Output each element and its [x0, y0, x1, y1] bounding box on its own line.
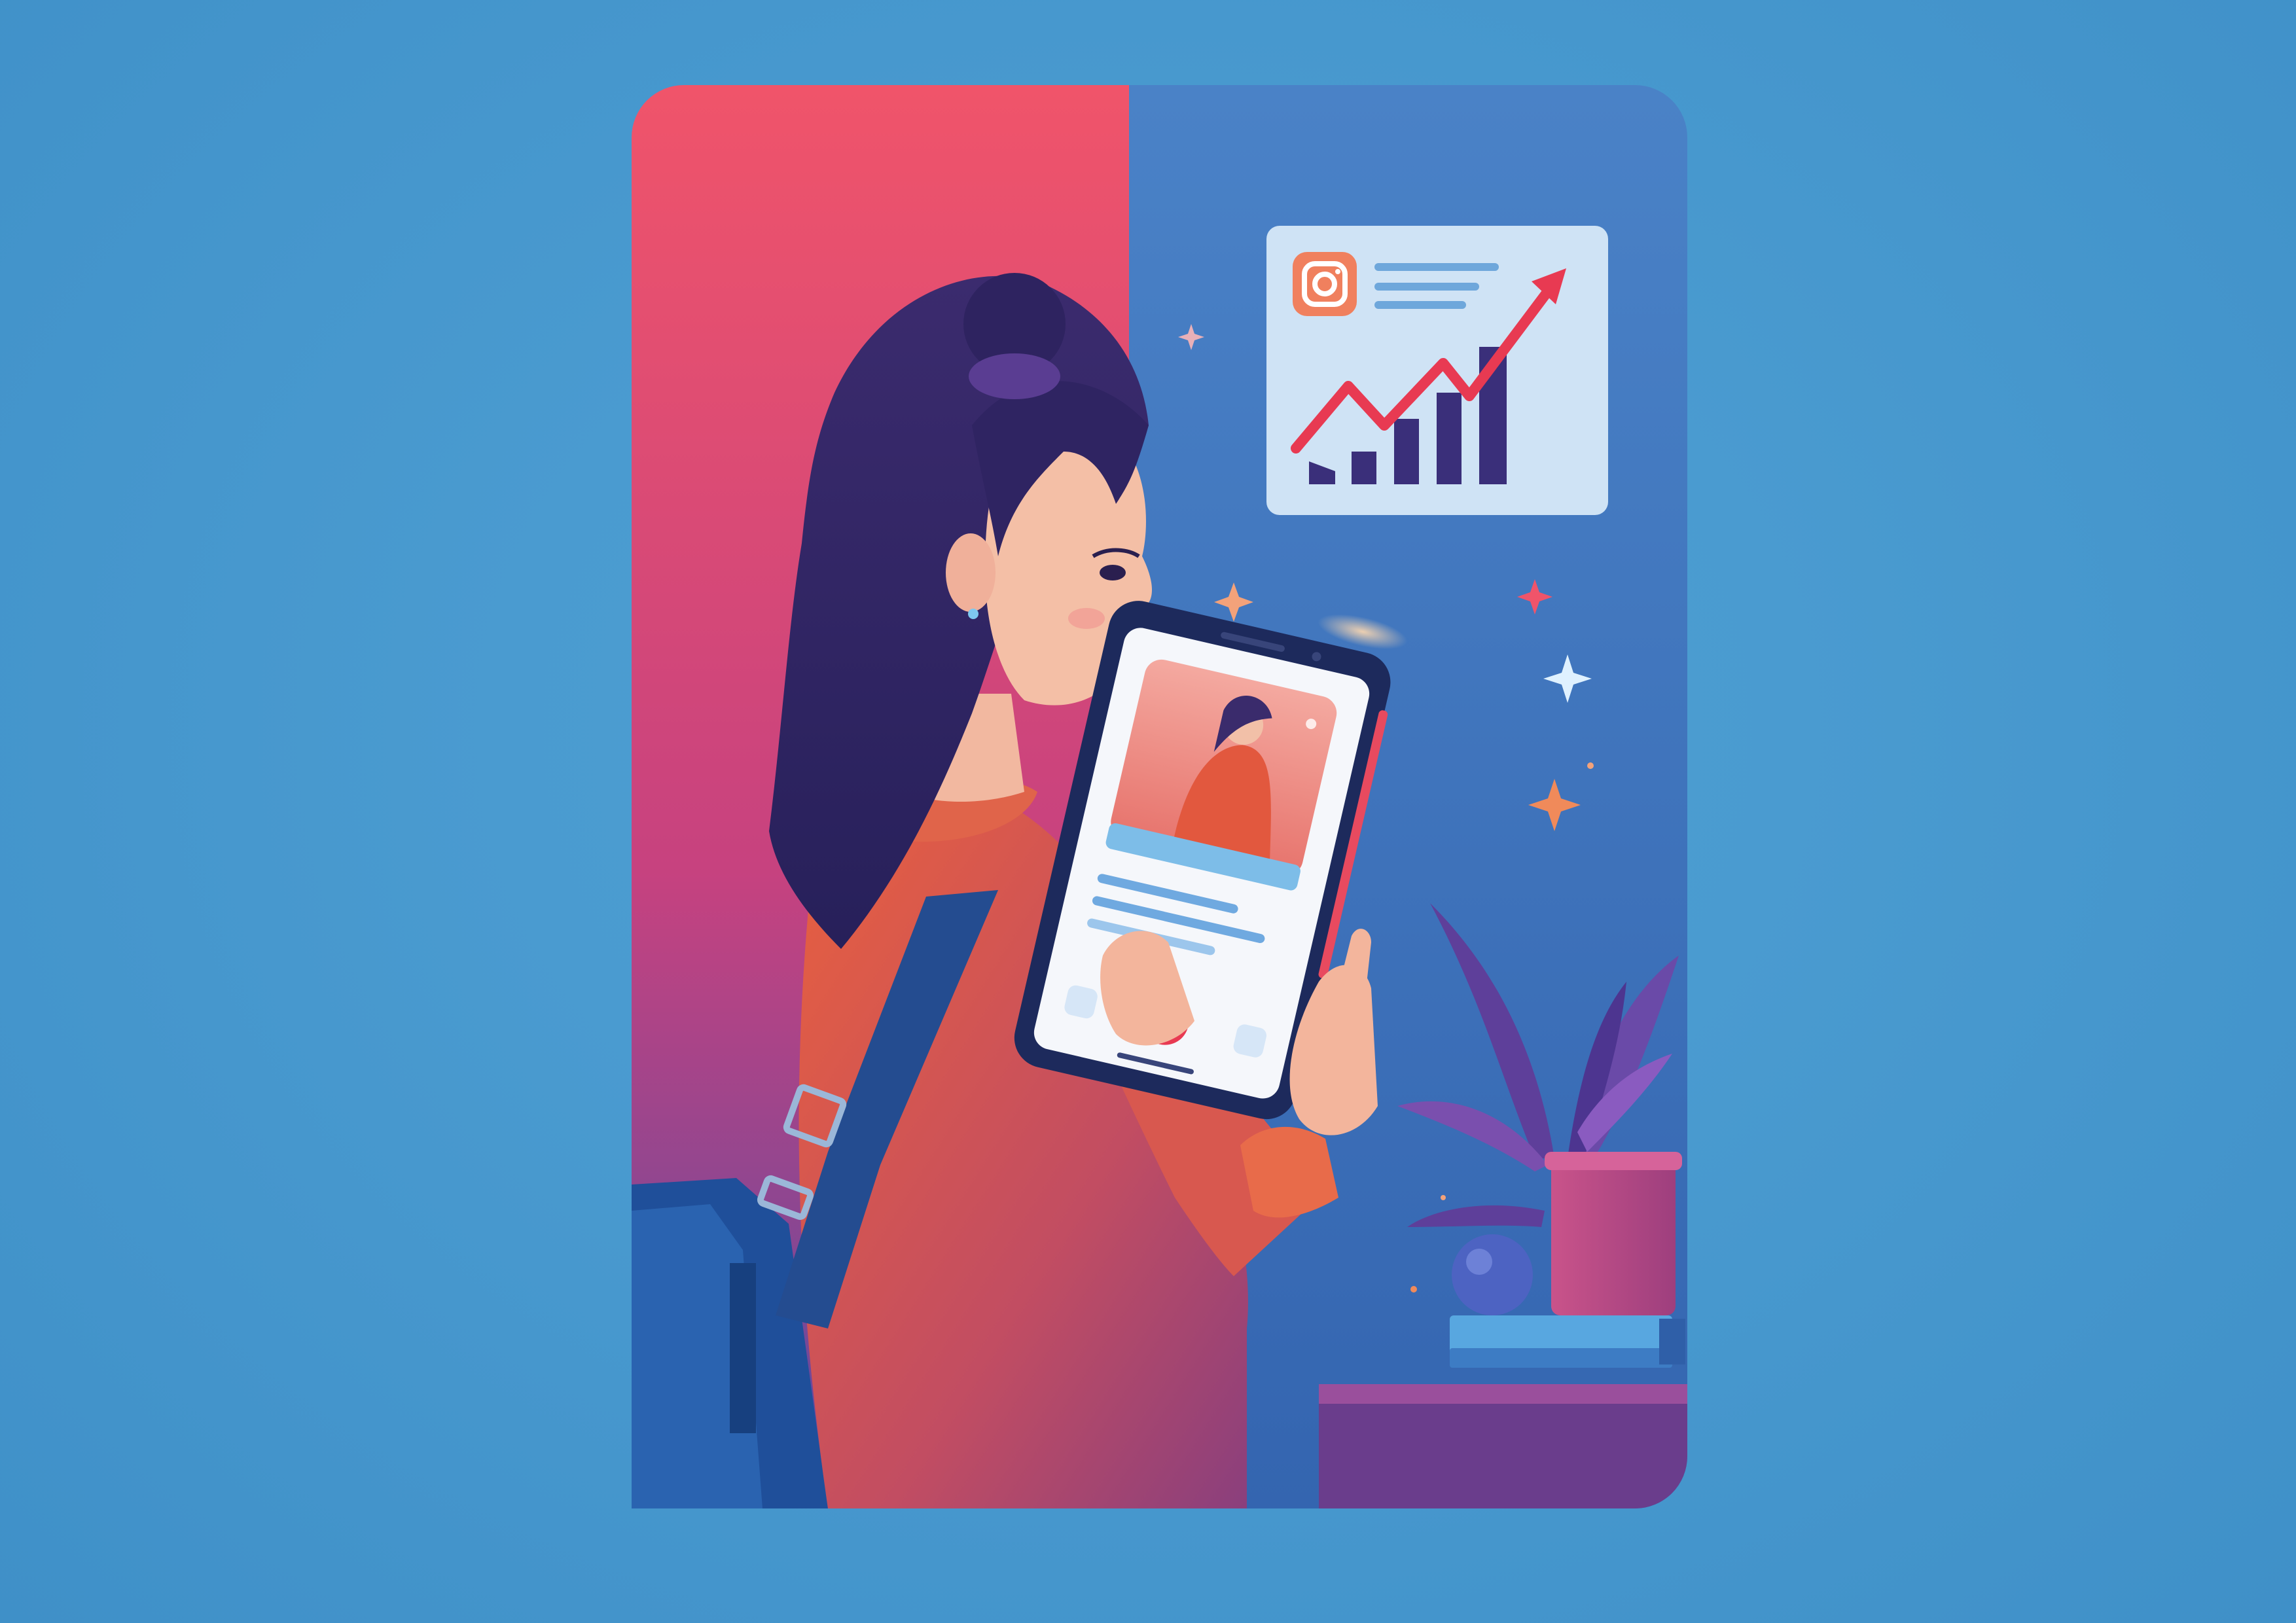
chart-bar: [1352, 452, 1376, 484]
chart-bar: [1394, 419, 1419, 484]
book: [1450, 1315, 1685, 1368]
card-text-line: [1374, 263, 1499, 271]
decor-ball: [1452, 1234, 1533, 1315]
illustration: [632, 85, 1687, 1508]
scene-svg: [632, 85, 1687, 1508]
eye: [1100, 565, 1126, 580]
shelf-top: [1319, 1384, 1687, 1404]
analytics-card: [1266, 226, 1608, 515]
plant-pot: [1551, 1158, 1676, 1315]
chart-bar: [1437, 393, 1462, 484]
shelf: [1319, 1404, 1687, 1508]
card-text-line: [1374, 301, 1466, 309]
instagram-logo-icon: [1293, 252, 1357, 316]
sleeve-cuff: [1240, 1126, 1338, 1218]
hair-tie: [969, 353, 1060, 399]
earring: [968, 609, 978, 619]
ear: [946, 533, 996, 612]
card-text-line: [1374, 283, 1479, 291]
